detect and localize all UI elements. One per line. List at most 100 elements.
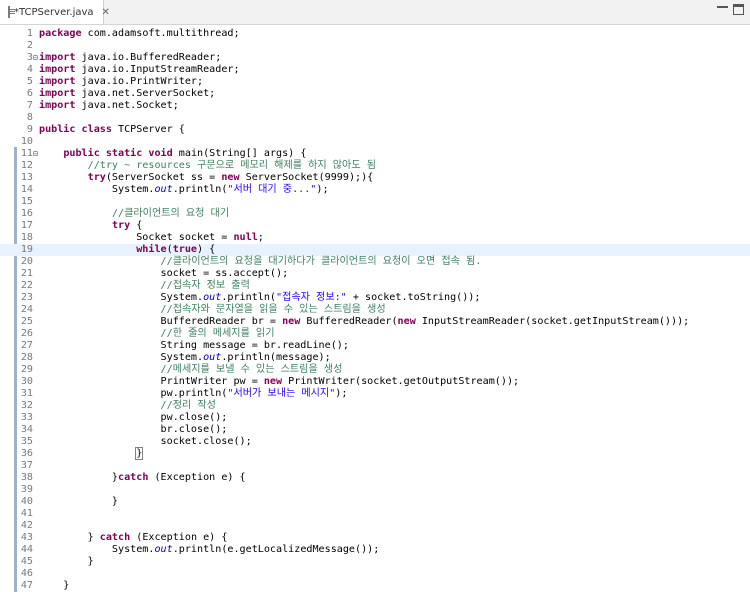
code-line[interactable]: 34 br.close(); [0, 424, 750, 436]
code-line[interactable]: 35 socket.close(); [0, 436, 750, 448]
code-line[interactable]: 16 //클라이언트의 요청 대기 [0, 208, 750, 220]
code-text: //try ~ resources 구문으로 메모리 해제를 하지 않아도 됨 [39, 160, 376, 172]
code-line[interactable]: 42 [0, 520, 750, 532]
tab-tcpserver-java[interactable]: *TCPServer.java ✕ [0, 0, 110, 24]
code-line[interactable]: 2 [0, 40, 750, 52]
code-token: new [282, 316, 301, 327]
code-line[interactable]: 10 [0, 136, 750, 148]
code-line[interactable]: 28 System.out.println(message); [0, 352, 750, 364]
code-line[interactable]: 19 while(true) { [0, 244, 750, 256]
code-line[interactable]: 20 //클라이언트의 요청을 대기하다가 클라이언트의 요청이 오면 접속 됨… [0, 256, 750, 268]
line-number: 39 [20, 484, 33, 495]
code-line[interactable]: 43 } catch (Exception e) { [0, 532, 750, 544]
code-line[interactable]: 41 [0, 508, 750, 520]
code-token: pw.close(); [39, 412, 228, 423]
code-line[interactable]: 45 } [0, 556, 750, 568]
code-token: InputStreamReader(socket.getInputStream(… [415, 316, 690, 327]
code-line[interactable]: 24 //접속자와 문자열을 읽을 수 있는 스트림을 생성 [0, 304, 750, 316]
line-number: 32 [20, 400, 33, 411]
code-line[interactable]: 47 } [0, 580, 750, 592]
code-line[interactable]: 38 }catch (Exception e) { [0, 472, 750, 484]
fold-toggle-icon[interactable]: ⊟ [33, 148, 38, 160]
minimize-icon[interactable] [717, 6, 728, 8]
code-line[interactable]: 14 System.out.println("서버 대기 중..."); [0, 184, 750, 196]
code-line[interactable]: 9 public class TCPServer { [0, 124, 750, 136]
code-line[interactable]: 37 [0, 460, 750, 472]
code-line[interactable]: 26 //한 줄의 메세지를 읽기 [0, 328, 750, 340]
code-text: import java.net.Socket; [39, 100, 179, 112]
line-number: 41 [20, 508, 33, 519]
code-token: "서버가 보내는 메시지" [227, 388, 336, 399]
code-line[interactable]: 13 try(ServerSocket ss = new ServerSocke… [0, 172, 750, 184]
code-token: br.close(); [39, 424, 228, 435]
code-token: String message = br.readLine(); [39, 340, 349, 351]
code-token: //접속자 정보 출력 [160, 280, 250, 291]
tab-label: *TCPServer.java [14, 6, 94, 18]
code-line[interactable]: 4 import java.io.InputStreamReader; [0, 64, 750, 76]
code-line[interactable]: 46 [0, 568, 750, 580]
line-number: 3 [26, 52, 33, 63]
code-line[interactable]: 8 [0, 112, 750, 124]
code-line[interactable]: 31 pw.println("서버가 보내는 메시지"); [0, 388, 750, 400]
code-line[interactable]: 11 ⊟ public static void main(String[] arg… [0, 148, 750, 160]
code-text: System.out.println(message); [39, 352, 331, 364]
code-line[interactable]: 40 } [0, 496, 750, 508]
code-token: public [39, 124, 76, 135]
code-token: System. [39, 184, 155, 195]
code-token: out [203, 352, 222, 363]
code-text: //클라이언트의 요청 대기 [39, 208, 229, 220]
code-text: while(true) { [39, 244, 215, 256]
code-token: com.adamsoft.multithread; [87, 28, 240, 39]
code-line[interactable]: 1 package com.adamsoft.multithread; [0, 28, 750, 40]
line-number: 2 [26, 40, 33, 51]
code-text: } [39, 556, 94, 568]
code-token: TCPServer { [111, 124, 185, 135]
code-line[interactable]: 32 //정리 작성 [0, 400, 750, 412]
close-icon[interactable]: ✕ [102, 7, 110, 18]
code-line[interactable]: 39 [0, 484, 750, 496]
code-text: PrintWriter pw = new PrintWriter(socket.… [39, 376, 520, 388]
code-line[interactable]: 17 try { [0, 220, 750, 232]
code-token: (ServerSocket ss = [105, 172, 222, 183]
code-line[interactable]: 15 [0, 196, 750, 208]
fold-toggle-icon[interactable]: ⊟ [33, 52, 38, 64]
code-editor[interactable]: 1 package com.adamsoft.multithread; 2 3 ⊟ imp… [0, 25, 750, 592]
code-token: //클라이언트의 요청 대기 [111, 208, 230, 219]
code-token: socket.close(); [39, 436, 252, 447]
code-line[interactable]: 5 import java.io.PrintWriter; [0, 76, 750, 88]
code-line[interactable]: 25 BufferedReader br = new BufferedReade… [0, 316, 750, 328]
code-text: //메세지를 보낼 수 있는 스트림을 생성 [39, 364, 343, 376]
line-number: 33 [20, 412, 33, 423]
line-number: 28 [20, 352, 33, 363]
line-number: 1 [26, 28, 33, 39]
code-token: } [39, 556, 94, 567]
code-text: System.out.println("서버 대기 중..."); [39, 184, 329, 196]
code-line[interactable]: 22 //접속자 정보 출력 [0, 280, 750, 292]
code-line[interactable]: 12 //try ~ resources 구문으로 메모리 해제를 하지 않아도… [0, 160, 750, 172]
code-line[interactable]: 23 System.out.println("접속자 정보:" + socket… [0, 292, 750, 304]
code-line[interactable]: 21 socket = ss.accept(); [0, 268, 750, 280]
code-line[interactable]: 3 ⊟ import java.io.BufferedReader; [0, 52, 750, 64]
line-number: 34 [20, 424, 33, 435]
line-number: 21 [20, 268, 33, 279]
code-line[interactable]: 33 pw.close(); [0, 412, 750, 424]
code-line[interactable]: 44 System.out.println(e.getLocalizedMess… [0, 544, 750, 556]
code-token: System. [39, 544, 155, 555]
code-token: void [148, 148, 173, 159]
code-token: try [87, 172, 106, 183]
code-line[interactable]: 36 } [0, 447, 750, 460]
line-number: 14 [20, 184, 33, 195]
code-token: import [39, 100, 76, 111]
code-line[interactable]: 18 Socket socket = null; [0, 232, 750, 244]
code-line[interactable]: 30 PrintWriter pw = new PrintWriter(sock… [0, 376, 750, 388]
code-line[interactable]: 7 import java.net.Socket; [0, 100, 750, 112]
code-text: String message = br.readLine(); [39, 340, 349, 352]
maximize-icon[interactable] [733, 4, 744, 15]
code-line[interactable]: 27 String message = br.readLine(); [0, 340, 750, 352]
code-line[interactable]: 6 import java.net.ServerSocket; [0, 88, 750, 100]
code-token: new [397, 316, 416, 327]
code-line[interactable]: 29 //메세지를 보낼 수 있는 스트림을 생성 [0, 364, 750, 376]
